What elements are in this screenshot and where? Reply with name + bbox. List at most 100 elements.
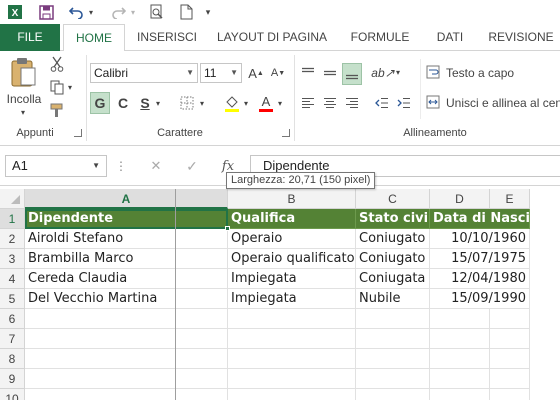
cell-a1[interactable]: Dipendente [25,209,228,229]
grow-font-button[interactable]: A ▲ [248,63,264,83]
cell-d8[interactable] [430,349,490,369]
borders-icon[interactable] [178,94,196,112]
redo-dropdown-icon[interactable]: ▾ [128,2,138,22]
cell-d6[interactable] [430,309,490,329]
cell-a6[interactable] [25,309,228,329]
font-size-dropdown-icon[interactable]: ▼ [230,64,238,82]
row-header-1[interactable]: 1 [0,209,25,229]
font-launcher-icon[interactable] [282,129,290,137]
row-header-10[interactable]: 10 [0,389,25,400]
underline-dropdown-icon[interactable]: ▾ [154,98,162,108]
cell-a5[interactable]: Del Vecchio Martina [25,289,228,309]
cell-a4[interactable]: Cereda Claudia [25,269,228,289]
name-box[interactable]: A1 ▼ [5,155,107,177]
column-header-e[interactable]: E [490,189,530,209]
cell-c2[interactable]: Coniugato [356,229,430,249]
fill-handle[interactable] [225,226,230,231]
enter-edit-icon[interactable]: ✓ [182,156,202,176]
cell-e6[interactable] [490,309,530,329]
copy-dropdown-icon[interactable]: ▾ [66,82,74,92]
cell-d5[interactable]: 15/09/1990 [430,289,530,309]
cut-icon[interactable] [48,55,66,73]
cell-a9[interactable] [25,369,228,389]
print-preview-icon[interactable] [146,2,166,22]
row-header-2[interactable]: 2 [0,229,25,249]
redo-icon[interactable] [108,2,128,22]
cell-b4[interactable]: Impiegata [228,269,356,289]
row-header-8[interactable]: 8 [0,349,25,369]
column-header-d[interactable]: D [430,189,490,209]
name-box-dropdown-icon[interactable]: ▼ [92,156,100,176]
paste-icon[interactable] [8,55,38,89]
cell-c7[interactable] [356,329,430,349]
cell-a10[interactable] [25,389,228,400]
cancel-edit-icon[interactable]: ✕ [146,156,166,176]
decrease-indent-icon[interactable] [372,93,392,113]
tab-inserisci[interactable]: INSERISCI [130,24,204,51]
tab-dati[interactable]: DATI [424,24,476,51]
cell-d10[interactable] [430,389,490,400]
undo-icon[interactable] [66,2,86,22]
select-all-corner[interactable] [0,189,25,209]
undo-dropdown-icon[interactable]: ▾ [86,2,96,22]
bold-button[interactable]: G [90,92,110,114]
column-header-c[interactable]: C [356,189,430,209]
copy-icon[interactable] [48,78,66,96]
cell-d2[interactable]: 10/10/1960 [430,229,530,249]
cell-a3[interactable]: Brambilla Marco [25,249,228,269]
cell-b8[interactable] [228,349,356,369]
align-right-icon[interactable] [342,93,362,113]
wrap-text-button[interactable]: Testo a capo [426,63,560,83]
orientation-icon[interactable]: ab↗ [371,63,394,83]
orientation-dropdown-icon[interactable]: ▾ [394,67,402,77]
tab-formule[interactable]: FORMULE [340,24,420,51]
cell-b9[interactable] [228,369,356,389]
align-left-icon[interactable] [298,93,318,113]
cell-c4[interactable]: Coniugata [356,269,430,289]
increase-indent-icon[interactable] [394,93,414,113]
font-color-button[interactable]: A [258,93,274,113]
align-middle-icon[interactable] [320,63,340,83]
row-header-9[interactable]: 9 [0,369,25,389]
cell-d7[interactable] [430,329,490,349]
cell-b1[interactable]: Qualifica [228,209,356,229]
format-painter-icon[interactable] [48,101,66,119]
shrink-font-button[interactable]: A ▼ [270,63,286,83]
customize-qat-icon[interactable]: ▾ [202,2,214,22]
font-name-dropdown-icon[interactable]: ▼ [186,64,194,82]
worksheet-grid[interactable]: ABCDE 1 2 3 4 5 6 7 8 9 10 Dipendente Qualifica Sta… [0,189,560,400]
column-header-b[interactable]: B [228,189,356,209]
cell-e10[interactable] [490,389,530,400]
cell-b2[interactable]: Operaio [228,229,356,249]
cell-c3[interactable]: Coniugato [356,249,430,269]
cell-c10[interactable] [356,389,430,400]
cell-c1[interactable]: Stato civile [356,209,430,229]
row-header-7[interactable]: 7 [0,329,25,349]
cell-b3[interactable]: Operaio qualificato [228,249,356,269]
cell-b5[interactable]: Impiegata [228,289,356,309]
align-top-icon[interactable] [298,63,318,83]
cell-b10[interactable] [228,389,356,400]
cell-c9[interactable] [356,369,430,389]
underline-button[interactable]: S [136,92,154,114]
row-header-5[interactable]: 5 [0,289,25,309]
merge-center-button[interactable]: Unisci e allinea al centro [426,93,560,113]
cell-c6[interactable] [356,309,430,329]
formula-bar-grip-icon[interactable]: ⋮ [115,156,127,176]
cell-b7[interactable] [228,329,356,349]
cell-d4[interactable]: 12/04/1980 [430,269,530,289]
paste-dropdown-icon[interactable]: ▾ [16,107,30,117]
font-color-dropdown-icon[interactable]: ▾ [276,98,284,108]
cell-d1[interactable]: Data di Nascita [430,209,530,229]
cell-d3[interactable]: 15/07/1975 [430,249,530,269]
cell-e8[interactable] [490,349,530,369]
borders-dropdown-icon[interactable]: ▾ [198,98,206,108]
tab-home[interactable]: HOME [63,24,125,52]
fill-color-dropdown-icon[interactable]: ▾ [242,98,250,108]
new-file-icon[interactable] [176,2,196,22]
tab-layout-di-pagina[interactable]: LAYOUT DI PAGINA [208,24,336,51]
cell-a8[interactable] [25,349,228,369]
cell-e7[interactable] [490,329,530,349]
cell-e9[interactable] [490,369,530,389]
font-size-combo[interactable]: 11 ▼ [200,63,242,83]
